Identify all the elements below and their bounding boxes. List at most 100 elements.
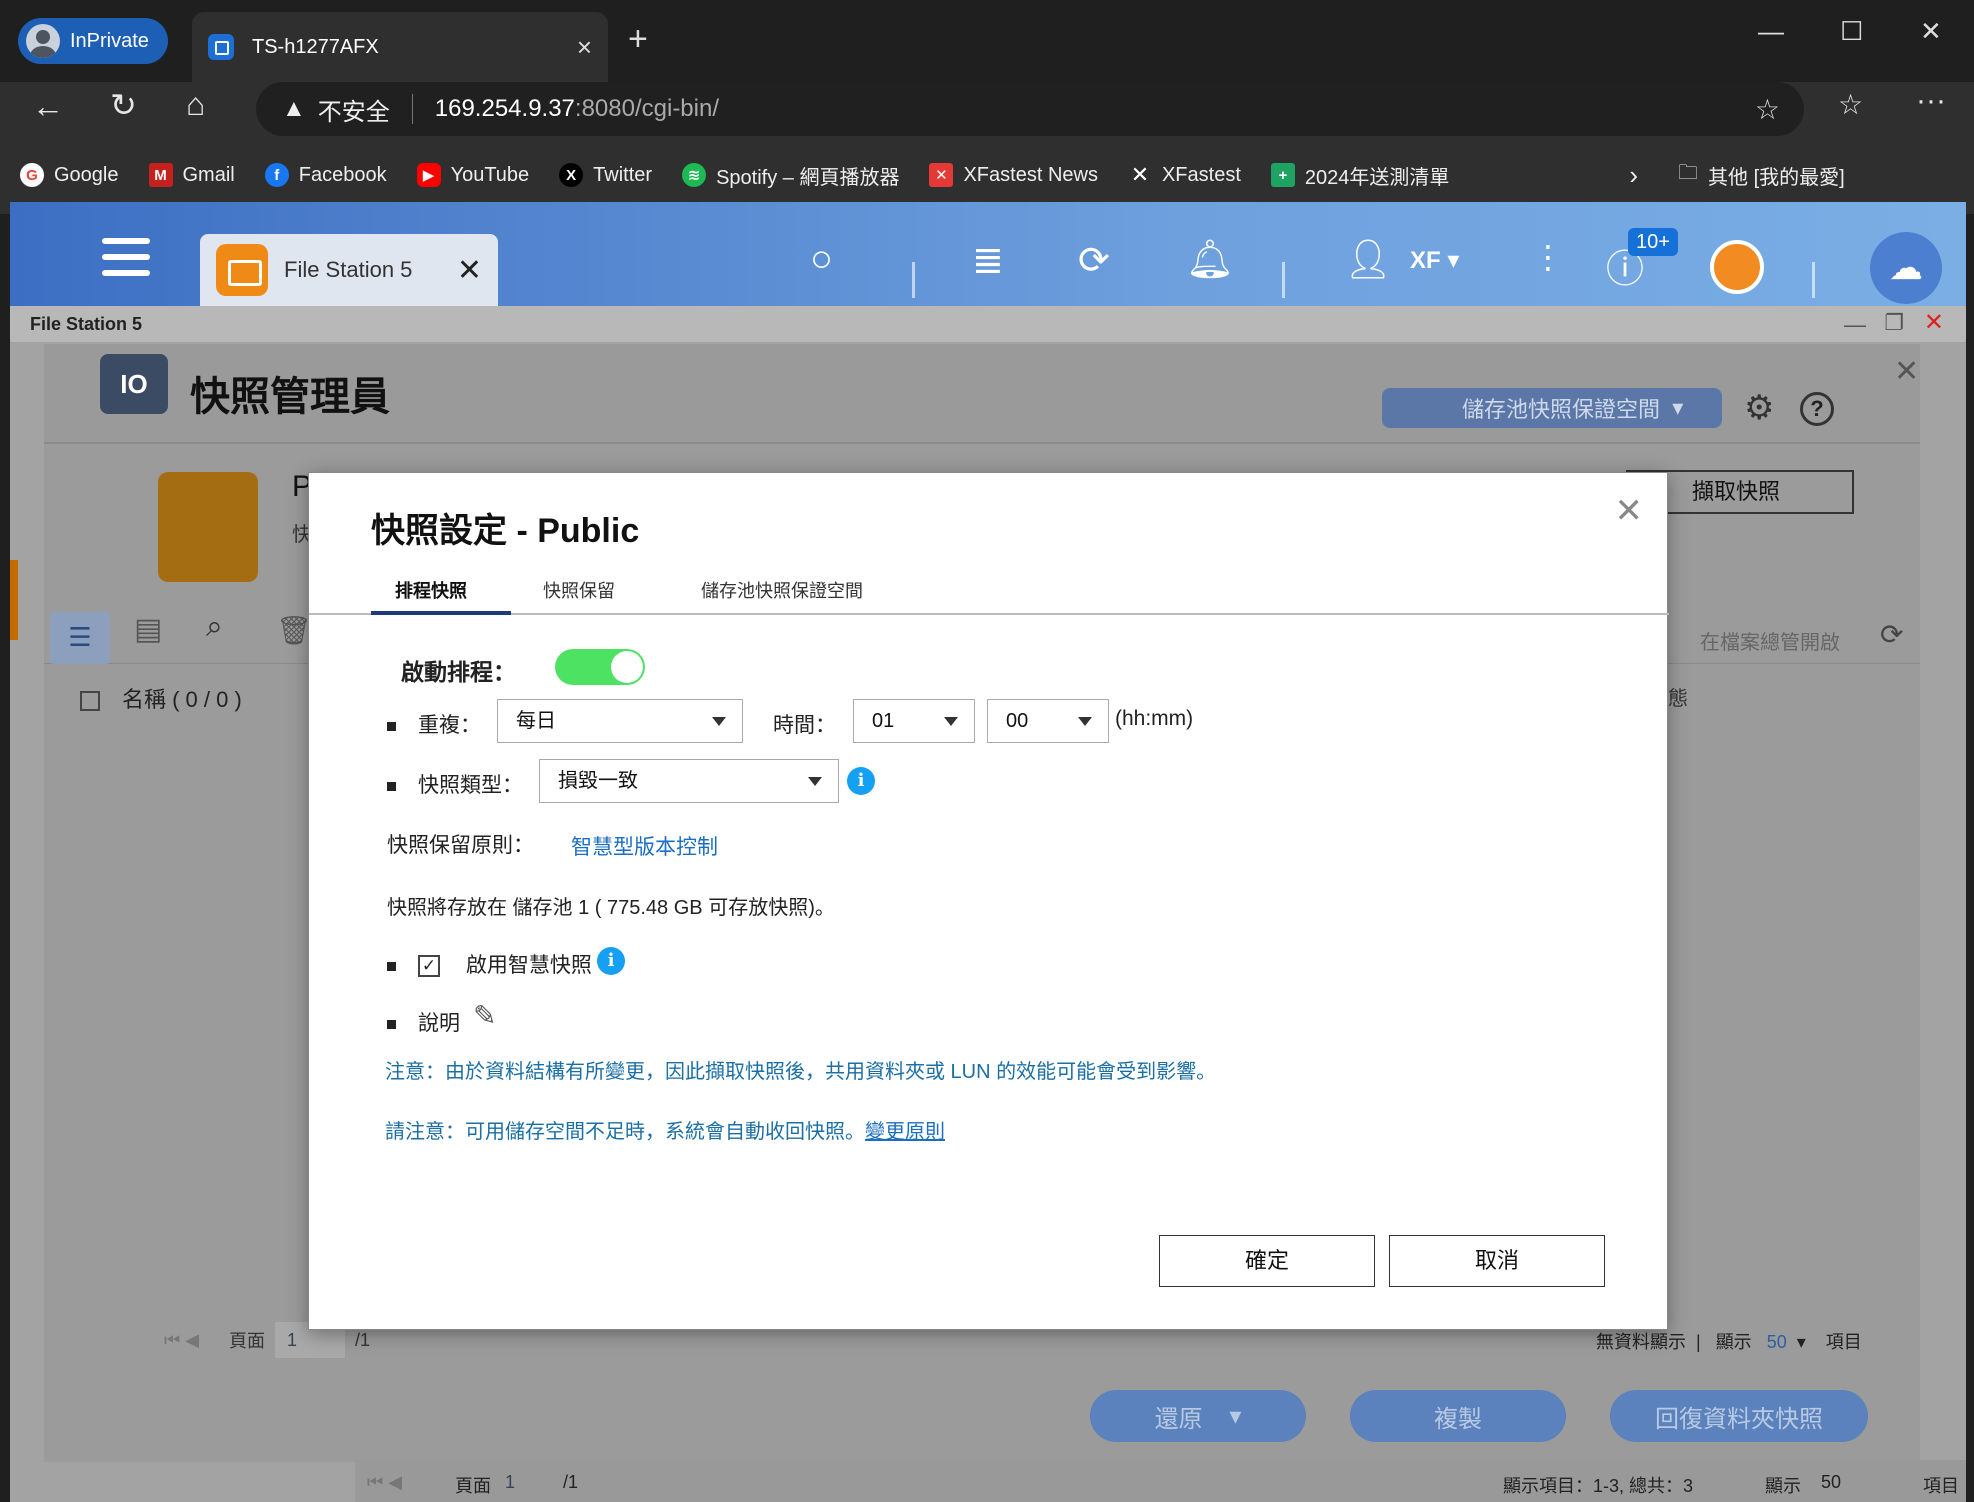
bookmark-facebook[interactable]: f Facebook [264, 163, 387, 187]
app-tab-close-icon[interactable]: ✕ [457, 253, 482, 288]
bookmark-youtube[interactable]: ▶ YouTube [416, 163, 529, 187]
smart-snapshot-info-icon[interactable]: i [597, 947, 625, 975]
sync-icon[interactable]: ⟳ [1078, 238, 1110, 283]
security-label[interactable]: 不安全 [318, 92, 390, 127]
address-bar[interactable]: ▲ 不安全 169.254.9.37:8080/cgi-bin/ ☆ [256, 82, 1804, 136]
first-prev-page-icon[interactable]: ⏮ ◀ [164, 1330, 199, 1351]
tab-schedule-snapshot[interactable]: 排程快照 [371, 577, 511, 615]
user-menu[interactable]: XF ▾ [1410, 246, 1459, 275]
show-label: 顯示 [1715, 1332, 1752, 1352]
myqnapcloud-icon[interactable]: ☁ [1870, 232, 1942, 304]
snapshot-type-value: 損毀一致 [558, 770, 638, 792]
url-path: :8080/cgi-bin/ [574, 95, 719, 122]
bookmarks-bar: G Google M Gmail f Facebook ▶ YouTube X Twitt… [0, 148, 1974, 202]
tab-snapshot-retention[interactable]: 快照保留 [519, 577, 639, 615]
delete-trash-icon[interactable]: 🗑︎ [276, 614, 312, 647]
bookmark-google[interactable]: G Google [20, 163, 119, 187]
search-magnifier-icon[interactable]: ⌕ [206, 610, 223, 644]
list-view-icon[interactable]: ☰ [50, 612, 110, 664]
status-column-header-partial: 態 [1668, 688, 1688, 710]
dropdown-arrow-icon [712, 717, 726, 726]
copy-button[interactable]: 複製 [1350, 1390, 1566, 1442]
minimize-button[interactable]: — [1758, 16, 1784, 47]
new-tab-button[interactable]: + [628, 20, 648, 59]
snapshot-manager-close-icon[interactable]: ✕ [1894, 354, 1919, 389]
user-name: XF [1410, 247, 1441, 274]
minute-select[interactable]: 00 [987, 699, 1109, 743]
page-label: 頁面 [455, 1476, 491, 1496]
bookmark-twitter[interactable]: X Twitter [559, 163, 652, 187]
favorites-icon[interactable]: ☆ [1838, 88, 1863, 121]
bookmark-xfastest[interactable]: ✕ XFastest [1128, 162, 1241, 187]
window-minimize-icon[interactable]: — [1844, 312, 1866, 338]
background-tasks-icon[interactable]: ≣ [972, 238, 1004, 283]
open-in-file-manager-link[interactable]: 在檔案總管開啟 [1700, 626, 1840, 655]
tab-pool-guarantee[interactable]: 儲存池快照保證空間 [677, 577, 887, 615]
search-icon[interactable]: ○ [810, 238, 833, 281]
edit-description-icon[interactable]: ✎ [473, 999, 496, 1032]
bookmark-xfastest-news[interactable]: ✕ XFastest News [929, 163, 1098, 187]
url-host: 169.254.9.37 [434, 95, 575, 122]
refresh-icon[interactable]: ↻ [110, 86, 137, 124]
restore-label: 還原 [1154, 1405, 1203, 1433]
window-close-icon[interactable]: ✕ [1924, 308, 1944, 337]
repeat-row: 重複： [387, 709, 481, 739]
page-size-select[interactable]: 50 [1767, 1332, 1787, 1352]
reclaim-note: 請注意：可用儲存空間不足時，系統會自動收回快照。變更原則 [385, 1115, 945, 1144]
cancel-button[interactable]: 取消 [1389, 1235, 1605, 1287]
page-size-select[interactable]: 50 [1821, 1472, 1841, 1493]
inprivate-profile-button[interactable]: InPrivate [18, 18, 168, 64]
revert-folder-snapshot-button[interactable]: 回復資料夾快照 [1610, 1390, 1868, 1442]
tab-close-icon[interactable]: × [577, 32, 592, 63]
restore-button[interactable]: 還原 ▾ [1090, 1390, 1306, 1442]
ok-button[interactable]: 確定 [1159, 1235, 1375, 1287]
items-label: 項目 [1825, 1332, 1862, 1352]
window-restore-icon[interactable]: ❐ [1884, 310, 1904, 336]
enable-schedule-toggle[interactable] [555, 649, 645, 685]
more-menu-icon[interactable]: ··· [1916, 84, 1946, 118]
dialog-close-icon[interactable]: ✕ [1615, 491, 1644, 531]
shared-folder-icon [158, 472, 258, 582]
maximize-button[interactable]: ☐ [1840, 16, 1863, 47]
refresh-icon[interactable]: ⟳ [1880, 618, 1903, 651]
facebook-icon: f [264, 163, 289, 187]
bookmark-label: XFastest News [963, 163, 1098, 186]
home-icon[interactable]: ⌂ [186, 86, 205, 123]
close-window-button[interactable]: ✕ [1920, 16, 1942, 47]
main-menu-hamburger-icon[interactable] [102, 238, 150, 286]
detail-view-icon[interactable]: ▤ [134, 612, 162, 647]
hour-select[interactable]: 01 [853, 699, 975, 743]
repeat-value: 每日 [516, 710, 556, 732]
type-row: 快照類型： [387, 769, 523, 799]
bookmarks-overflow-chevron-icon[interactable]: › [1629, 160, 1638, 191]
back-arrow-icon[interactable]: ← [32, 88, 64, 125]
help-icon[interactable]: ? [1800, 392, 1834, 426]
retention-policy-link[interactable]: 智慧型版本控制 [571, 831, 718, 861]
snapshot-manager-title: 快照管理員 [190, 375, 390, 419]
bookmark-2024-list[interactable]: +2024年送測清單 [1270, 161, 1449, 190]
repeat-select[interactable]: 每日 [497, 699, 743, 743]
select-all-checkbox[interactable] [80, 691, 100, 712]
name-column-header[interactable]: 名稱 ( 0 / 0 ) [80, 682, 242, 714]
pool-guarantee-selector[interactable]: 儲存池快照保證空間 ▾ [1382, 388, 1722, 428]
snapshot-type-info-icon[interactable]: i [847, 767, 875, 795]
change-policy-link[interactable]: 變更原則 [865, 1121, 945, 1143]
favorite-star-icon[interactable]: ☆ [1755, 93, 1780, 126]
browser-tab[interactable]: TS-h1277AFX × [192, 12, 608, 82]
more-options-icon[interactable]: ⋮ [1532, 238, 1564, 276]
dashboard-gauge-icon[interactable] [1710, 240, 1764, 294]
snapshot-manager-logo-icon: IO [100, 354, 168, 414]
bookmark-gmail[interactable]: M Gmail [148, 163, 235, 187]
settings-gear-icon[interactable]: ⚙ [1744, 388, 1774, 428]
snapshot-type-select[interactable]: 損毀一致 [539, 759, 839, 803]
smart-snapshot-checkbox[interactable]: ✓ [418, 955, 440, 978]
page-input[interactable]: 1 [505, 1472, 515, 1493]
first-prev-page-icon[interactable]: ⏮ ◀ [367, 1472, 402, 1493]
other-favorites-folder[interactable]: 🗀 其他 [我的最愛] [1678, 158, 1845, 192]
user-account-icon[interactable]: 👤︎ [1344, 238, 1392, 282]
app-tab-file-station[interactable]: File Station 5 ✕ [200, 234, 498, 306]
notification-bell-icon[interactable]: 🔔︎ [1186, 238, 1234, 282]
bookmark-spotify[interactable]: ≋ Spotify – 網頁播放器 [682, 161, 899, 190]
inprivate-label: InPrivate [70, 29, 149, 52]
file-station-folder-icon [216, 244, 268, 296]
